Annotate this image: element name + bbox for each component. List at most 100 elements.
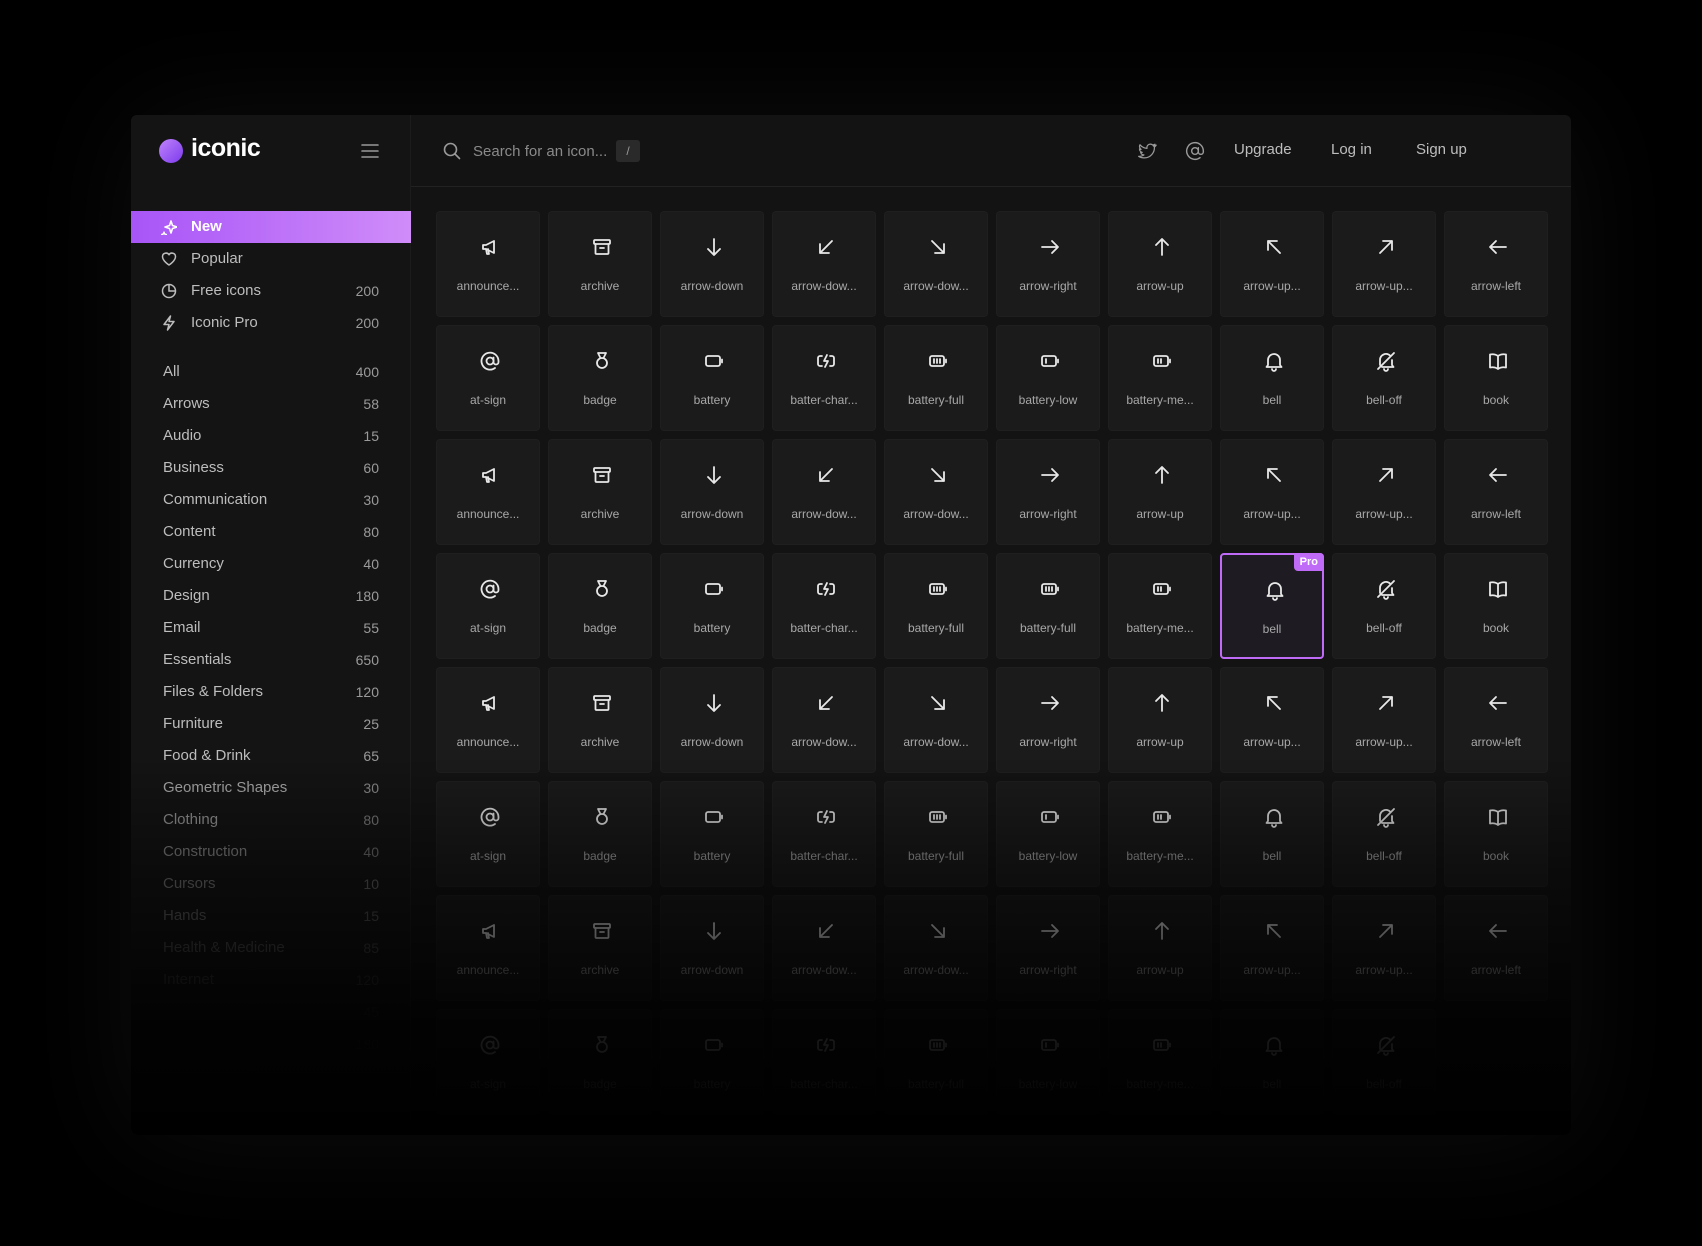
icon-tile[interactable]: battery-low: [996, 325, 1100, 431]
login-link[interactable]: Log in: [1331, 141, 1372, 158]
icon-tile[interactable]: arrow-up...: [1332, 895, 1436, 1001]
icon-tile[interactable]: arrow-up...: [1220, 895, 1324, 1001]
icon-tile[interactable]: arrow-dow...: [884, 439, 988, 545]
icon-tile[interactable]: bell-off: [1332, 325, 1436, 431]
category-item-audio[interactable]: Audio 15: [131, 420, 411, 452]
icon-tile[interactable]: battery-me...: [1108, 553, 1212, 659]
twitter-icon[interactable]: [1137, 141, 1157, 161]
icon-tile[interactable]: at-sign: [436, 1009, 540, 1115]
icon-tile[interactable]: announce...: [436, 895, 540, 1001]
category-item-geometric-shapes[interactable]: Geometric Shapes 30: [131, 772, 411, 804]
icon-tile[interactable]: archive: [548, 211, 652, 317]
icon-tile[interactable]: battery: [660, 553, 764, 659]
icon-tile[interactable]: battery-me...: [1108, 781, 1212, 887]
icon-tile[interactable]: arrow-right: [996, 439, 1100, 545]
icon-tile[interactable]: book: [1444, 553, 1548, 659]
category-item-internet[interactable]: Internet 120: [131, 964, 411, 996]
icon-tile[interactable]: arrow-dow...: [772, 439, 876, 545]
category-item-unnamed-21[interactable]: 180: [131, 1028, 411, 1060]
icon-tile[interactable]: battery-full: [884, 325, 988, 431]
icon-tile[interactable]: arrow-down: [660, 211, 764, 317]
icon-tile[interactable]: battery: [660, 1009, 764, 1115]
signup-link[interactable]: Sign up: [1416, 141, 1467, 158]
icon-tile[interactable]: announce...: [436, 667, 540, 773]
icon-tile[interactable]: announce...: [436, 211, 540, 317]
category-item-essentials[interactable]: Essentials 650: [131, 644, 411, 676]
category-item-furniture[interactable]: Furniture 25: [131, 708, 411, 740]
icon-tile[interactable]: bell: [1220, 325, 1324, 431]
category-item-clothing[interactable]: Clothing 80: [131, 804, 411, 836]
icon-tile[interactable]: battery-me...: [1108, 325, 1212, 431]
at-sign-icon[interactable]: [1185, 141, 1205, 161]
icon-tile[interactable]: bell-off: [1332, 553, 1436, 659]
category-item-all[interactable]: All 400: [131, 356, 411, 388]
icon-tile[interactable]: bell Pro: [1220, 553, 1324, 659]
icon-tile[interactable]: arrow-dow...: [772, 211, 876, 317]
icon-tile[interactable]: battery-low: [996, 781, 1100, 887]
search-input[interactable]: [473, 139, 623, 163]
category-item-email[interactable]: Email 55: [131, 612, 411, 644]
category-item-currency[interactable]: Currency 40: [131, 548, 411, 580]
icon-tile[interactable]: arrow-left: [1444, 211, 1548, 317]
menu-icon[interactable]: [356, 137, 384, 165]
category-item-hands[interactable]: Hands 15: [131, 900, 411, 932]
icon-tile[interactable]: at-sign: [436, 553, 540, 659]
icon-tile[interactable]: battery-full: [884, 553, 988, 659]
category-item-cursors[interactable]: Cursors 10: [131, 868, 411, 900]
icon-tile[interactable]: batter-char...: [772, 1009, 876, 1115]
icon-tile[interactable]: arrow-dow...: [884, 895, 988, 1001]
icon-tile[interactable]: arrow-up: [1108, 895, 1212, 1001]
icon-tile[interactable]: arrow-down: [660, 895, 764, 1001]
category-item-files-folders[interactable]: Files & Folders 120: [131, 676, 411, 708]
icon-tile[interactable]: battery-full: [884, 1009, 988, 1115]
icon-tile[interactable]: arrow-dow...: [772, 895, 876, 1001]
icon-tile[interactable]: battery: [660, 325, 764, 431]
icon-tile[interactable]: archive: [548, 895, 652, 1001]
icon-tile[interactable]: arrow-up...: [1332, 439, 1436, 545]
icon-tile[interactable]: arrow-up: [1108, 211, 1212, 317]
icon-tile[interactable]: at-sign: [436, 325, 540, 431]
icon-tile[interactable]: battery-full: [996, 553, 1100, 659]
icon-tile[interactable]: batter-char...: [772, 553, 876, 659]
icon-tile[interactable]: at-sign: [436, 781, 540, 887]
icon-tile[interactable]: arrow-right: [996, 667, 1100, 773]
sidebar-item-new[interactable]: New: [131, 211, 411, 243]
icon-tile[interactable]: arrow-down: [660, 439, 764, 545]
category-item-design[interactable]: Design 180: [131, 580, 411, 612]
icon-tile[interactable]: bell-off: [1332, 781, 1436, 887]
icon-tile[interactable]: arrow-left: [1444, 895, 1548, 1001]
icon-tile[interactable]: batter-char...: [772, 781, 876, 887]
icon-tile[interactable]: badge: [548, 781, 652, 887]
icon-tile[interactable]: arrow-up...: [1220, 667, 1324, 773]
icon-tile[interactable]: archive: [548, 439, 652, 545]
icon-tile[interactable]: arrow-up: [1108, 439, 1212, 545]
icon-tile[interactable]: arrow-left: [1444, 667, 1548, 773]
icon-tile[interactable]: arrow-up...: [1220, 439, 1324, 545]
icon-tile[interactable]: battery-me...: [1108, 1009, 1212, 1115]
icon-tile[interactable]: arrow-down: [660, 667, 764, 773]
icon-tile[interactable]: book: [1444, 781, 1548, 887]
icon-tile[interactable]: arrow-up...: [1332, 667, 1436, 773]
category-item-content[interactable]: Content 80: [131, 516, 411, 548]
icon-tile[interactable]: battery-low: [996, 1009, 1100, 1115]
icon-tile[interactable]: announce...: [436, 439, 540, 545]
icon-tile[interactable]: arrow-up...: [1332, 211, 1436, 317]
icon-tile[interactable]: bell: [1220, 1009, 1324, 1115]
icon-tile[interactable]: arrow-right: [996, 211, 1100, 317]
icon-tile[interactable]: archive: [548, 667, 652, 773]
icon-tile[interactable]: battery: [660, 781, 764, 887]
icon-tile[interactable]: badge: [548, 1009, 652, 1115]
icon-tile[interactable]: battery-full: [884, 781, 988, 887]
icon-tile[interactable]: badge: [548, 325, 652, 431]
category-item-food-drink[interactable]: Food & Drink 65: [131, 740, 411, 772]
sidebar-item-popular[interactable]: Popular: [131, 243, 411, 275]
sidebar-item-free-icons[interactable]: Free icons 200: [131, 275, 411, 307]
category-item-health-medicine[interactable]: Health & Medicine 85: [131, 932, 411, 964]
upgrade-link[interactable]: Upgrade: [1234, 141, 1292, 158]
icon-tile[interactable]: badge: [548, 553, 652, 659]
icon-tile[interactable]: arrow-up: [1108, 667, 1212, 773]
sidebar-item-iconic-pro[interactable]: Iconic Pro 200: [131, 307, 411, 339]
category-item-unnamed-20[interactable]: 45: [131, 996, 411, 1028]
icon-tile[interactable]: arrow-up...: [1220, 211, 1324, 317]
icon-tile[interactable]: arrow-dow...: [884, 211, 988, 317]
